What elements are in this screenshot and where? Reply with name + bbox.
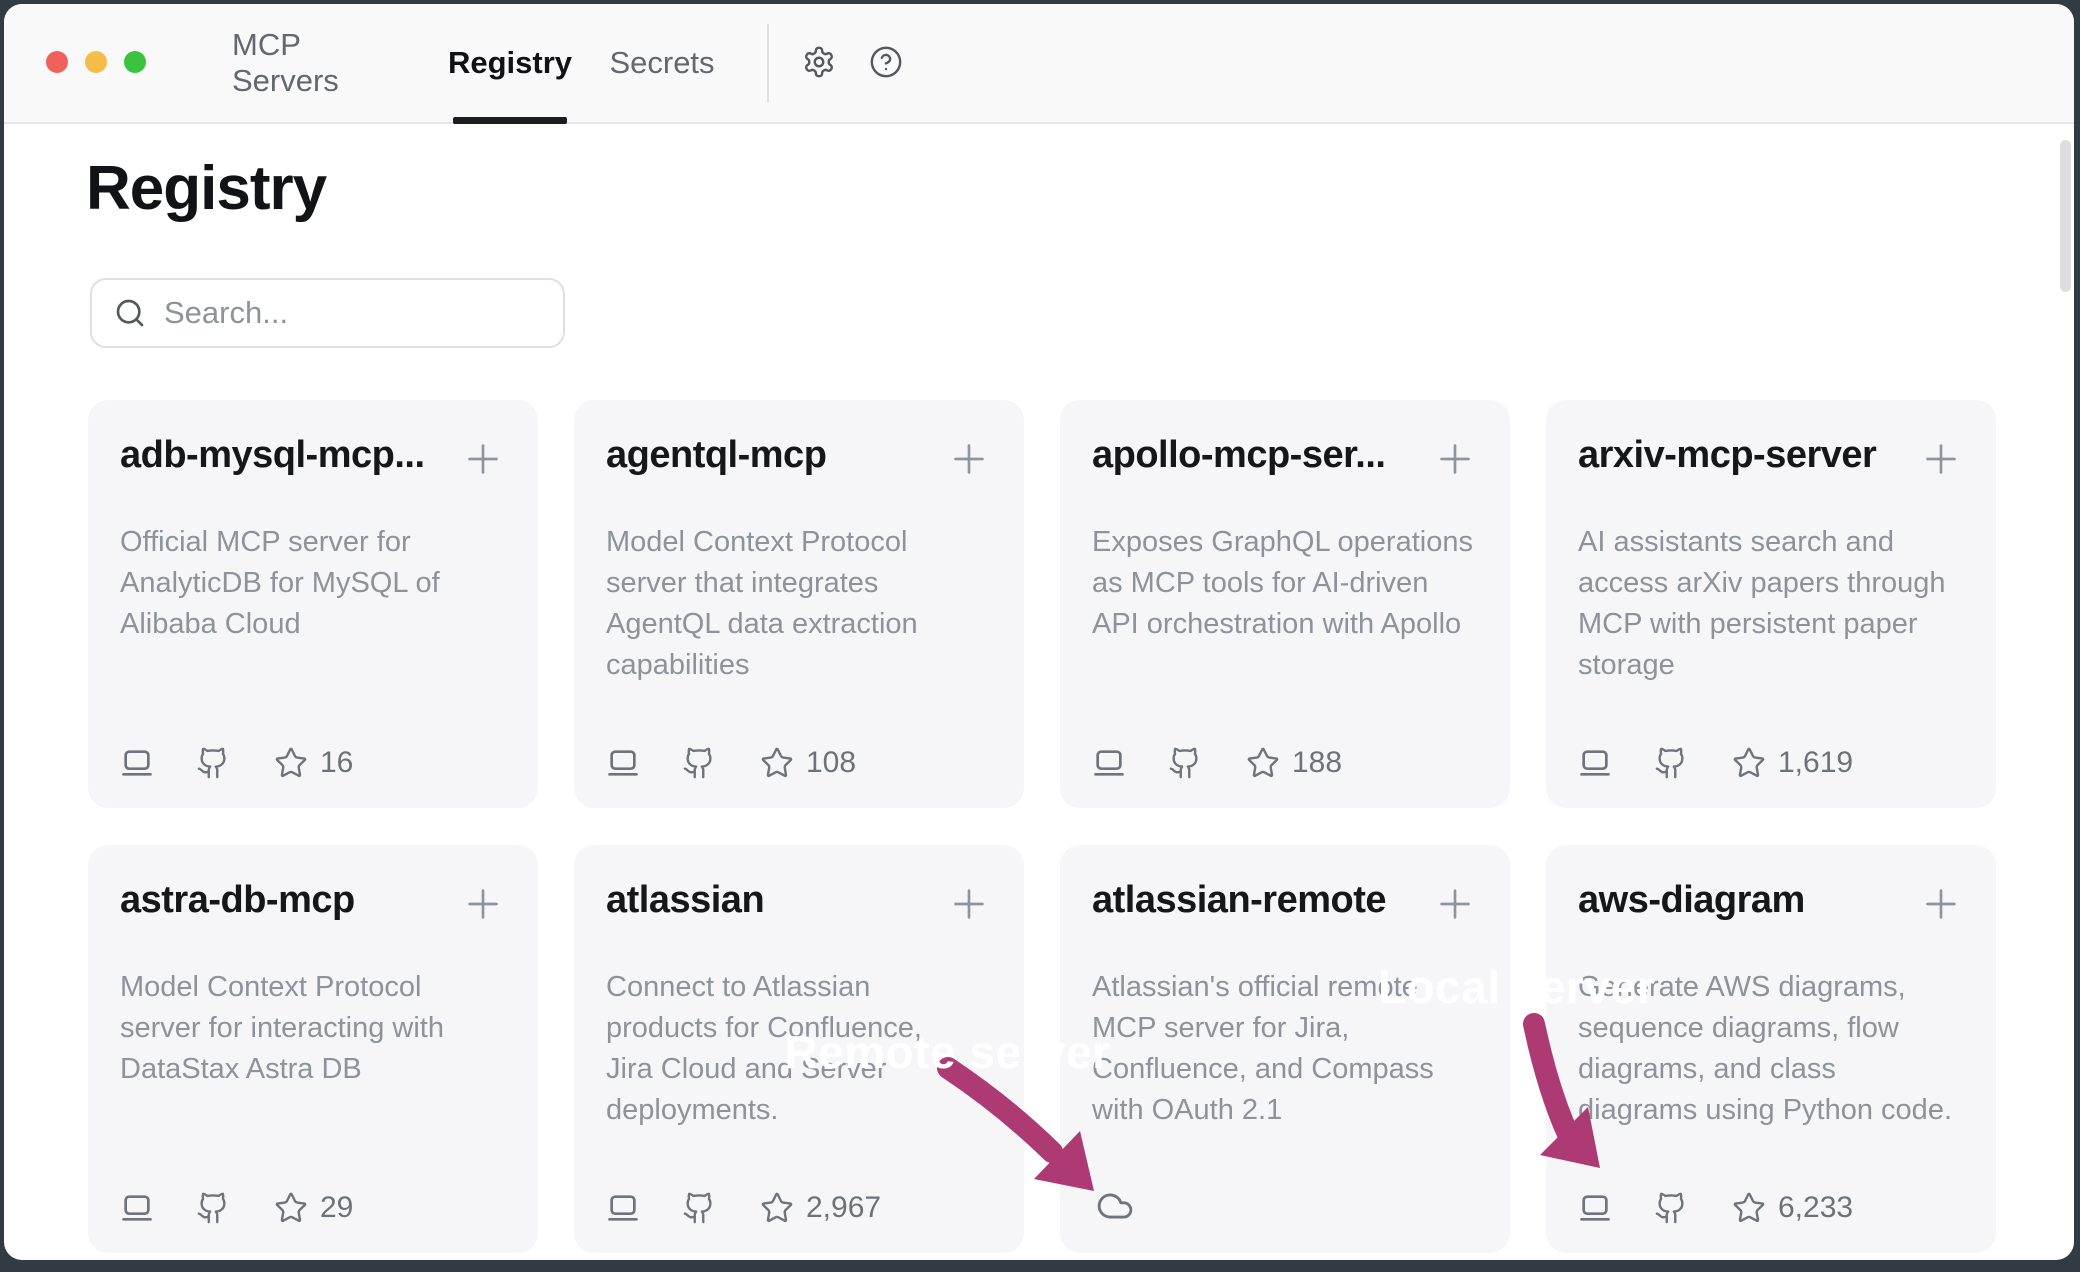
server-card[interactable]: aws-diagram Generate AWS diagrams, seque… xyxy=(1546,845,1996,1253)
local-server-laptop-icon xyxy=(606,746,640,780)
server-name: atlassian xyxy=(606,879,764,922)
tab-registry[interactable]: Registry xyxy=(453,4,567,122)
server-description: AI assistants search and access arXiv pa… xyxy=(1578,522,1964,686)
star-count: 108 xyxy=(806,746,856,780)
github-icon[interactable] xyxy=(1654,746,1688,780)
settings-gear-icon[interactable] xyxy=(802,45,836,79)
add-server-button[interactable] xyxy=(946,436,992,482)
tab-mcp-servers[interactable]: MCP Servers xyxy=(232,4,384,122)
server-name: agentql-mcp xyxy=(606,434,826,477)
server-name: atlassian-remote xyxy=(1092,879,1386,922)
titlebar: MCP Servers Registry Secrets xyxy=(4,4,2074,124)
server-name: astra-db-mcp xyxy=(120,879,355,922)
remote-server-cloud-icon xyxy=(1092,1187,1138,1225)
server-name: apollo-mcp-ser... xyxy=(1092,434,1385,477)
active-tab-underline xyxy=(453,117,567,124)
star-icon xyxy=(1732,746,1766,780)
server-description: Model Context Protocol server that integ… xyxy=(606,522,992,686)
add-server-button[interactable] xyxy=(946,881,992,927)
add-server-button[interactable] xyxy=(1918,881,1964,927)
help-icon[interactable] xyxy=(869,45,903,79)
star-icon xyxy=(1732,1191,1766,1225)
search-box xyxy=(90,278,565,348)
traffic-light-minimize[interactable] xyxy=(85,51,107,73)
star-icon xyxy=(274,1191,308,1225)
star-icon xyxy=(1246,746,1280,780)
github-icon[interactable] xyxy=(196,746,230,780)
search-input[interactable] xyxy=(164,295,524,331)
github-icon[interactable] xyxy=(682,746,716,780)
add-server-button[interactable] xyxy=(1918,436,1964,482)
vertical-scrollbar-thumb[interactable] xyxy=(2060,140,2071,292)
star-count: 29 xyxy=(320,1191,353,1225)
traffic-light-zoom[interactable] xyxy=(124,51,146,73)
remote-server-annotation-badge: Remote server xyxy=(718,1005,1177,1098)
add-server-button[interactable] xyxy=(460,881,506,927)
github-icon[interactable] xyxy=(1168,746,1202,780)
server-card-grid: adb-mysql-mcp... Official MCP server for… xyxy=(88,400,1996,1253)
local-server-laptop-icon xyxy=(1578,746,1612,780)
server-name: arxiv-mcp-server xyxy=(1578,434,1876,477)
server-card[interactable]: astra-db-mcp Model Context Protocol serv… xyxy=(88,845,538,1253)
add-server-button[interactable] xyxy=(1432,436,1478,482)
server-description: Model Context Protocol server for intera… xyxy=(120,967,506,1090)
add-server-button[interactable] xyxy=(1432,881,1478,927)
star-count: 1,619 xyxy=(1778,746,1853,780)
traffic-light-close[interactable] xyxy=(46,51,68,73)
github-icon[interactable] xyxy=(682,1191,716,1225)
star-count: 16 xyxy=(320,746,353,780)
star-icon xyxy=(760,1191,794,1225)
github-icon[interactable] xyxy=(196,1191,230,1225)
star-count: 2,967 xyxy=(806,1191,881,1225)
server-name: adb-mysql-mcp... xyxy=(120,434,425,477)
server-description: Exposes GraphQL operations as MCP tools … xyxy=(1092,522,1478,645)
search-icon xyxy=(114,297,146,329)
titlebar-divider xyxy=(767,24,769,102)
local-server-laptop-icon xyxy=(606,1191,640,1225)
server-card[interactable]: agentql-mcp Model Context Protocol serve… xyxy=(574,400,1024,808)
local-server-laptop-icon xyxy=(120,746,154,780)
local-server-laptop-icon xyxy=(1578,1191,1612,1225)
server-name: aws-diagram xyxy=(1578,879,1805,922)
server-card[interactable]: apollo-mcp-ser... Exposes GraphQL operat… xyxy=(1060,400,1510,808)
server-card[interactable]: arxiv-mcp-server AI assistants search an… xyxy=(1546,400,1996,808)
add-server-button[interactable] xyxy=(460,436,506,482)
github-icon[interactable] xyxy=(1654,1191,1688,1225)
server-card[interactable]: adb-mysql-mcp... Official MCP server for… xyxy=(88,400,538,808)
page-title: Registry xyxy=(86,152,326,226)
local-server-annotation-badge: Local server xyxy=(1284,940,1749,1033)
local-server-laptop-icon xyxy=(1092,746,1126,780)
tab-secrets[interactable]: Secrets xyxy=(610,4,714,122)
server-description: Official MCP server for AnalyticDB for M… xyxy=(120,522,506,645)
local-server-laptop-icon xyxy=(120,1191,154,1225)
star-count: 188 xyxy=(1292,746,1342,780)
star-icon xyxy=(760,746,794,780)
star-icon xyxy=(274,746,308,780)
star-count: 6,233 xyxy=(1778,1191,1853,1225)
